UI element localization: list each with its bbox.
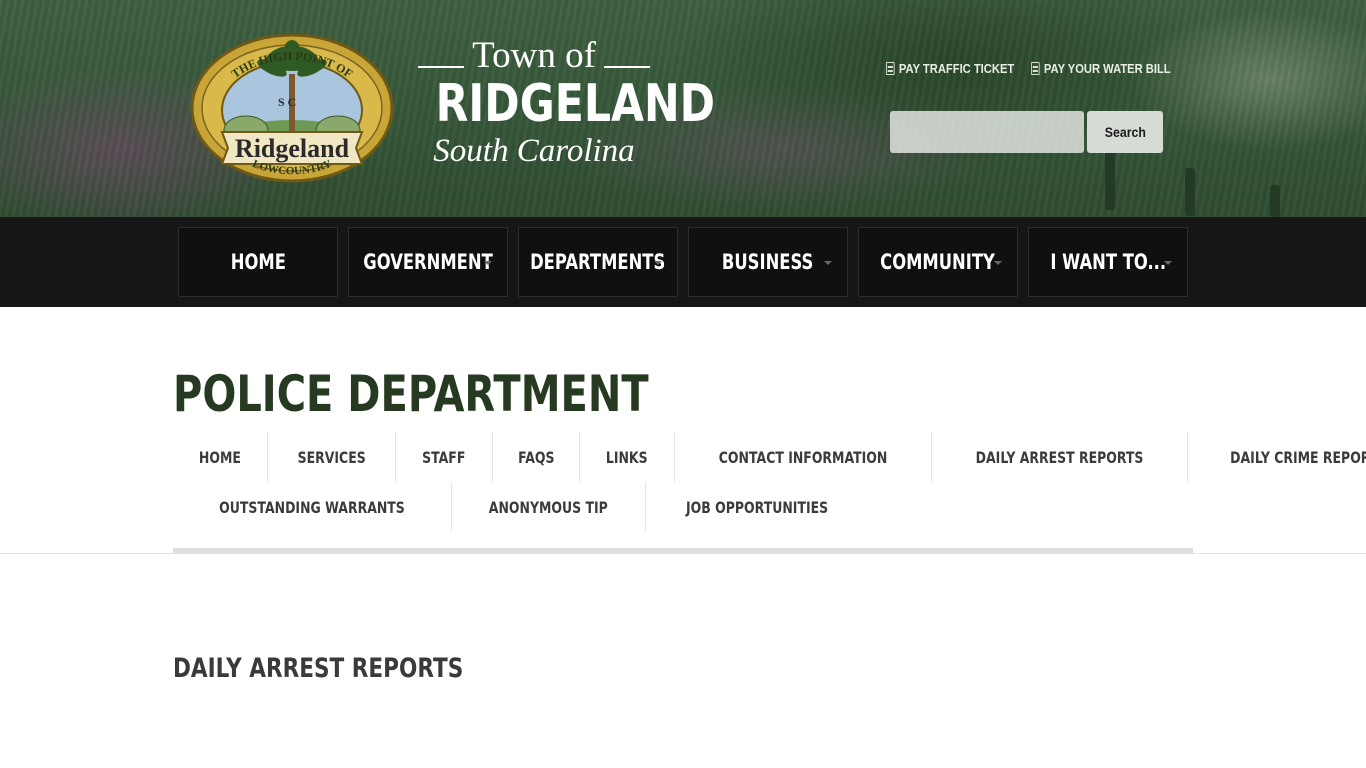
fence-post-decoration: [1105, 150, 1115, 210]
content-divider: [0, 553, 1366, 554]
nav-item-i-want-to[interactable]: I WANT TO...: [1028, 227, 1188, 297]
subnav-label: ANONYMOUS TIP: [488, 497, 608, 517]
subnav-label: FAQS: [517, 447, 555, 467]
nav-item-home[interactable]: HOME: [178, 227, 338, 297]
fence-post-decoration: [1270, 185, 1280, 217]
document-icon: [1031, 62, 1040, 75]
caret-down-icon: [994, 261, 1002, 265]
town-wordmark-logo[interactable]: Town of RIDGELAND South Carolina: [414, 36, 716, 176]
subnav-label: HOME: [198, 447, 241, 467]
search-button[interactable]: Search: [1087, 111, 1163, 153]
nav-item-government[interactable]: GOVERNMENT: [348, 227, 508, 297]
subnav-label: LINKS: [606, 447, 648, 467]
seal-graphic: S C Ridgeland THE HIGH POINT OF LOWCOUNT…: [190, 33, 394, 183]
subnav-anonymous-tip[interactable]: ANONYMOUS TIP: [452, 482, 646, 532]
document-icon: [886, 62, 895, 75]
wordmark-rule: [418, 66, 465, 68]
pay-water-bill-link[interactable]: PAY YOUR WATER BILL: [1031, 61, 1171, 76]
nav-item-label: I WANT TO...: [1050, 250, 1166, 274]
department-subnav-row-1: HOME SERVICES STAFF FAQS LINKS CONTACT I…: [173, 432, 1366, 482]
caret-down-icon: [484, 261, 492, 265]
pay-traffic-ticket-label: PAY TRAFFIC TICKET: [898, 61, 1015, 76]
page-title: POLICE DEPARTMENT: [173, 365, 649, 423]
town-seal-logo[interactable]: S C Ridgeland THE HIGH POINT OF LOWCOUNT…: [190, 33, 394, 184]
fence-post-decoration: [1185, 168, 1195, 216]
caret-down-icon: [824, 261, 832, 265]
wordmark-rule: [603, 66, 650, 68]
subnav-label: STAFF: [422, 447, 466, 467]
subnav-outstanding-warrants[interactable]: OUTSTANDING WARRANTS: [173, 482, 452, 532]
department-subnav-row-2: OUTSTANDING WARRANTS ANONYMOUS TIP JOB O…: [173, 482, 868, 532]
nav-item-label: DEPARTMENTS: [530, 250, 666, 274]
subnav-label: CONTACT INFORMATION: [718, 447, 888, 467]
subnav-daily-arrest-reports[interactable]: DAILY ARREST REPORTS: [932, 432, 1188, 482]
pay-water-bill-label: PAY YOUR WATER BILL: [1044, 61, 1171, 76]
nav-item-business[interactable]: BUSINESS: [688, 227, 848, 297]
main-navigation: HOME GOVERNMENT DEPARTMENTS BUSINESS COM…: [0, 217, 1366, 307]
wordmark-state-line: South Carolina: [414, 132, 654, 170]
search-button-label: Search: [1104, 124, 1146, 140]
caret-down-icon: [654, 261, 662, 265]
nav-item-label: HOME: [230, 250, 286, 274]
subnav-label: DAILY CRIME REPORTS: [1230, 447, 1366, 467]
subnav-staff[interactable]: STAFF: [396, 432, 493, 482]
site-header: S C Ridgeland THE HIGH POINT OF LOWCOUNT…: [0, 0, 1366, 217]
subnav-home[interactable]: HOME: [173, 432, 268, 482]
subnav-label: DAILY ARREST REPORTS: [975, 447, 1144, 467]
pay-traffic-ticket-link[interactable]: PAY TRAFFIC TICKET: [886, 61, 1014, 76]
subnav-job-opportunities[interactable]: JOB OPPORTUNITIES: [646, 482, 868, 532]
subnav-links[interactable]: LINKS: [580, 432, 675, 482]
nav-item-label: COMMUNITY: [880, 250, 996, 274]
nav-item-community[interactable]: COMMUNITY: [858, 227, 1018, 297]
subnav-label: JOB OPPORTUNITIES: [685, 497, 828, 517]
wordmark-line1: Town of: [472, 35, 596, 76]
caret-down-icon: [1164, 261, 1172, 265]
wordmark-line3: South Carolina: [433, 133, 635, 169]
nav-item-departments[interactable]: DEPARTMENTS: [518, 227, 678, 297]
subnav-faqs[interactable]: FAQS: [493, 432, 581, 482]
subnav-label: SERVICES: [297, 447, 366, 467]
subnav-contact-information[interactable]: CONTACT INFORMATION: [675, 432, 932, 482]
wordmark-ridgeland: RIDGELAND: [435, 74, 716, 134]
subnav-label: OUTSTANDING WARRANTS: [219, 497, 405, 517]
subnav-daily-crime-reports[interactable]: DAILY CRIME REPORTS: [1188, 432, 1366, 482]
seal-letters: S C: [278, 95, 296, 109]
section-heading: DAILY ARREST REPORTS: [173, 653, 464, 684]
subnav-services[interactable]: SERVICES: [268, 432, 397, 482]
search-input[interactable]: [890, 111, 1084, 153]
nav-item-label: GOVERNMENT: [363, 250, 493, 274]
wordmark-town-of: Town of: [414, 36, 654, 76]
nav-item-label: BUSINESS: [722, 250, 814, 274]
seal-banner-text: Ridgeland: [235, 134, 350, 163]
utility-links: PAY TRAFFIC TICKET PAY YOUR WATER BILL: [886, 61, 1193, 76]
